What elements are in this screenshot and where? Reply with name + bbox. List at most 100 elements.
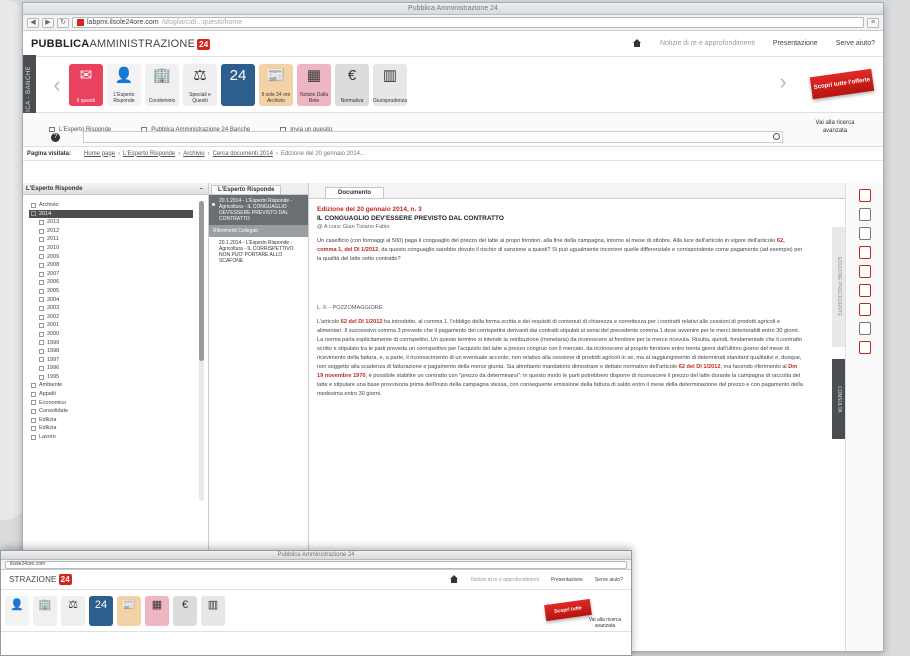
checkbox-icon[interactable] <box>39 245 44 251</box>
tile-normativa[interactable]: € Normativa <box>335 63 369 106</box>
font-size-icon[interactable] <box>858 246 871 259</box>
toplink-aiuto[interactable]: Serve aiuto? <box>836 40 875 47</box>
law-link[interactable]: 62 del Dl 1/2012 <box>679 364 721 370</box>
tree-item[interactable]: 2002 <box>31 313 208 322</box>
tree-item[interactable]: 2012 <box>31 227 208 236</box>
checkbox-icon[interactable] <box>39 271 44 277</box>
checkbox-icon[interactable] <box>39 254 44 260</box>
tree-item[interactable]: 2003 <box>31 304 208 313</box>
copy-icon[interactable] <box>858 227 871 240</box>
checkbox-icon[interactable] <box>39 323 44 329</box>
search-icon[interactable] <box>773 133 780 140</box>
tile-speciali[interactable]: ⚖ Speciali e Quesiti <box>183 63 217 106</box>
overlay-address-field[interactable]: ilsole24ore.com <box>5 560 627 569</box>
breadcrumb-item[interactable]: L'Esperto Risponde <box>123 151 175 157</box>
overlay-tile[interactable]: ▦ <box>145 595 169 626</box>
law-link[interactable]: 62 del Dl 1/2012 <box>341 319 383 325</box>
tree-item[interactable]: 2013 <box>31 218 208 227</box>
checkbox-icon[interactable] <box>31 434 36 440</box>
checkbox-icon[interactable] <box>39 348 44 354</box>
checkbox-icon[interactable] <box>39 305 44 311</box>
site-logo[interactable]: PUBBLICAAMMINISTRAZIONE 24 <box>31 38 211 50</box>
checkbox-icon[interactable] <box>31 400 36 406</box>
archive-scrollbar[interactable] <box>199 201 204 501</box>
tree-item[interactable]: 2001 <box>31 321 208 330</box>
tree-item[interactable]: 2007 <box>31 270 208 279</box>
overlay-tile[interactable]: € <box>173 595 197 626</box>
breadcrumb-item[interactable]: Cerca documenti 2014 <box>213 151 273 157</box>
tile-notizie[interactable]: ▦ Notizie Dalla Rete <box>297 63 331 106</box>
carousel-next-icon[interactable]: › <box>775 69 791 95</box>
checkbox-icon[interactable] <box>39 366 44 372</box>
address-field[interactable]: labpmi.ilsole24ore.com /sfoglia/cid/...q… <box>72 17 864 28</box>
tile-24[interactable]: 24 <box>221 63 255 106</box>
menu-icon[interactable]: ≡ <box>867 17 879 28</box>
overlay-logo[interactable]: STRAZIONE 24 <box>9 574 72 585</box>
back-icon[interactable]: ◀ <box>27 17 39 28</box>
tree-item[interactable]: Ambiente <box>31 381 208 390</box>
help-icon[interactable]: ? <box>51 133 60 142</box>
tree-item[interactable]: 2000 <box>31 330 208 339</box>
collapse-icon[interactable]: – <box>200 183 203 194</box>
tree-item[interactable]: 1999 <box>31 339 208 348</box>
list-item[interactable]: 20.1.2014 - L'Esperto Risponde - Agricol… <box>209 195 308 225</box>
note-icon[interactable] <box>858 303 871 316</box>
archive-icon[interactable] <box>858 341 871 354</box>
bookmark-icon[interactable] <box>858 265 871 278</box>
checkbox-icon[interactable] <box>31 417 36 423</box>
tree-item[interactable]: Economico <box>31 399 208 408</box>
tree-item[interactable]: Edilizia <box>31 424 208 433</box>
tab-esperto[interactable]: L'Esperto Risponde <box>211 185 282 194</box>
list-icon[interactable] <box>858 284 871 297</box>
carousel-prev-icon[interactable]: ‹ <box>49 72 65 98</box>
checkbox-icon[interactable] <box>31 211 36 217</box>
tab-documento[interactable]: Documento <box>325 187 384 198</box>
checkbox-icon[interactable] <box>31 409 36 415</box>
checkbox-icon[interactable] <box>39 228 44 234</box>
tree-item[interactable]: Lavoro <box>31 433 208 442</box>
breadcrumb-item[interactable]: Archivio <box>183 151 204 157</box>
overlay-toplink[interactable]: Serve aiuto? <box>595 577 623 583</box>
overlay-toplink[interactable]: Notizie di re e approfondimenti <box>471 577 539 583</box>
checkbox-icon[interactable] <box>31 426 36 432</box>
toplink-presentazione[interactable]: Presentazione <box>773 40 818 47</box>
checkbox-icon[interactable] <box>39 357 44 363</box>
tree-item[interactable]: Consolidate <box>31 407 208 416</box>
list-item[interactable]: 20.1.2014 - L'Esperto Risponde - Agricol… <box>209 237 308 267</box>
promo-banner[interactable]: Scopri tutte l'offerte <box>809 68 875 100</box>
tree-item[interactable]: Archivio <box>31 201 208 210</box>
tree-item[interactable]: Edilizia <box>31 416 208 425</box>
checkbox-icon[interactable] <box>31 391 36 397</box>
checkbox-icon[interactable] <box>39 314 44 320</box>
tree-item[interactable]: 1995 <box>31 373 208 382</box>
overlay-toplink[interactable]: Presentazione <box>551 577 583 583</box>
tree-item[interactable]: 2008 <box>31 261 208 270</box>
tile-quesiti[interactable]: ✉ Il quesiti <box>69 63 103 106</box>
tree-item[interactable]: 1997 <box>31 356 208 365</box>
checkbox-icon[interactable] <box>39 237 44 243</box>
overlay-tile[interactable]: 📰 <box>117 595 141 626</box>
related-link[interactable]: Riferimenti Collegati <box>209 225 308 237</box>
home-icon[interactable] <box>632 39 642 48</box>
tile-esperto[interactable]: 👤 L'Esperto Risponde <box>107 63 141 106</box>
tree-item[interactable]: 1998 <box>31 347 208 356</box>
checkbox-icon[interactable] <box>31 202 36 208</box>
checkbox-icon[interactable] <box>39 219 44 225</box>
pdf-icon[interactable] <box>858 189 871 202</box>
checkbox-icon[interactable] <box>31 383 36 389</box>
overlay-tile[interactable]: ⚖ <box>61 595 85 626</box>
share-icon[interactable] <box>858 322 871 335</box>
tree-item[interactable]: 2004 <box>31 296 208 305</box>
checkbox-icon[interactable] <box>39 331 44 337</box>
reload-icon[interactable]: ↻ <box>57 17 69 28</box>
forward-icon[interactable]: ▶ <box>42 17 54 28</box>
tree-item[interactable]: 2006 <box>31 278 208 287</box>
tile-giurisprudenza[interactable]: ▥ Giurisprudenza <box>373 63 407 106</box>
checkbox-icon[interactable] <box>39 262 44 268</box>
tile-archivio[interactable]: 📰 Il sole 24 ore Archivio <box>259 63 293 106</box>
overlay-tile[interactable]: 24 <box>89 595 113 626</box>
overlay-tile[interactable]: ▥ <box>201 595 225 626</box>
search-input[interactable] <box>83 131 783 143</box>
print-icon[interactable] <box>858 208 871 221</box>
tree-item[interactable]: 1996 <box>31 364 208 373</box>
